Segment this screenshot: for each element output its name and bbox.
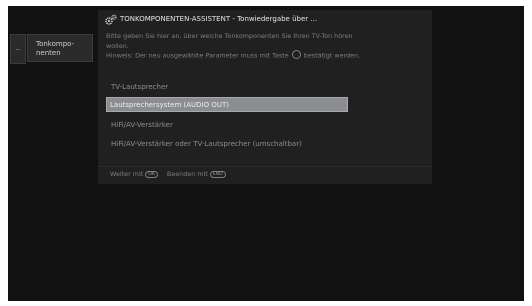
tab-previous-label: .. bbox=[15, 44, 21, 52]
option-tv-lautsprecher[interactable]: TV-Lautsprecher bbox=[108, 80, 348, 95]
hint-text: Hinweis: Der neu ausgewählte Parameter m… bbox=[106, 50, 428, 61]
option-label: TV-Lautsprecher bbox=[111, 83, 169, 91]
option-label: Lautsprechersystem (AUDIO OUT) bbox=[110, 101, 229, 109]
ok-key-icon: OK bbox=[145, 170, 158, 178]
option-hifi-av[interactable]: HiFi/AV-Verstärker bbox=[108, 118, 348, 133]
hint-after: bestätigt werden. bbox=[303, 51, 361, 60]
hint-before: Hinweis: Der neu ausgewählte Parameter m… bbox=[106, 51, 289, 60]
gears-icon bbox=[105, 14, 117, 25]
option-lautsprechersystem[interactable]: Lautsprechersystem (AUDIO OUT) bbox=[106, 97, 348, 112]
dialog-footer: Weiter mit OK Beenden mit END bbox=[110, 170, 229, 178]
description-line2: wollen. bbox=[106, 41, 129, 50]
exit-label: Beenden mit bbox=[166, 170, 208, 178]
ok-circle-icon bbox=[291, 50, 301, 60]
option-label: HiFi/AV-Verstärker oder TV-Lautsprecher … bbox=[111, 140, 302, 148]
tab-label-line2: nenten bbox=[36, 49, 61, 57]
assistant-dialog: TONKOMPONENTEN-ASSISTENT - Tonwiedergabe… bbox=[98, 10, 432, 184]
dialog-title: TONKOMPONENTEN-ASSISTENT - Tonwiedergabe… bbox=[120, 15, 318, 23]
end-key-icon: END bbox=[209, 170, 226, 178]
tv-screen: .. Tonkompo- nenten TONKOMPONENTEN-ASSIS… bbox=[0, 0, 532, 306]
tab-tonkomponenten[interactable]: Tonkompo- nenten bbox=[27, 34, 93, 62]
tab-label-line1: Tonkompo- bbox=[36, 40, 75, 48]
frame-left bbox=[0, 0, 8, 306]
frame-top bbox=[0, 0, 532, 6]
option-hifi-av-or-tv[interactable]: HiFi/AV-Verstärker oder TV-Lautsprecher … bbox=[108, 137, 408, 152]
dialog-description: Bitte geben Sie hier an, über welche Ton… bbox=[106, 32, 428, 61]
frame-bottom bbox=[0, 301, 532, 306]
dialog-header: TONKOMPONENTEN-ASSISTENT - Tonwiedergabe… bbox=[98, 10, 432, 30]
option-label: HiFi/AV-Verstärker bbox=[111, 121, 173, 129]
continue-label: Weiter mit bbox=[110, 170, 144, 178]
footer-divider bbox=[98, 166, 432, 167]
tab-previous[interactable]: .. bbox=[10, 34, 26, 64]
frame-right bbox=[524, 0, 532, 306]
description-line1: Bitte geben Sie hier an, über welche Ton… bbox=[106, 32, 353, 40]
